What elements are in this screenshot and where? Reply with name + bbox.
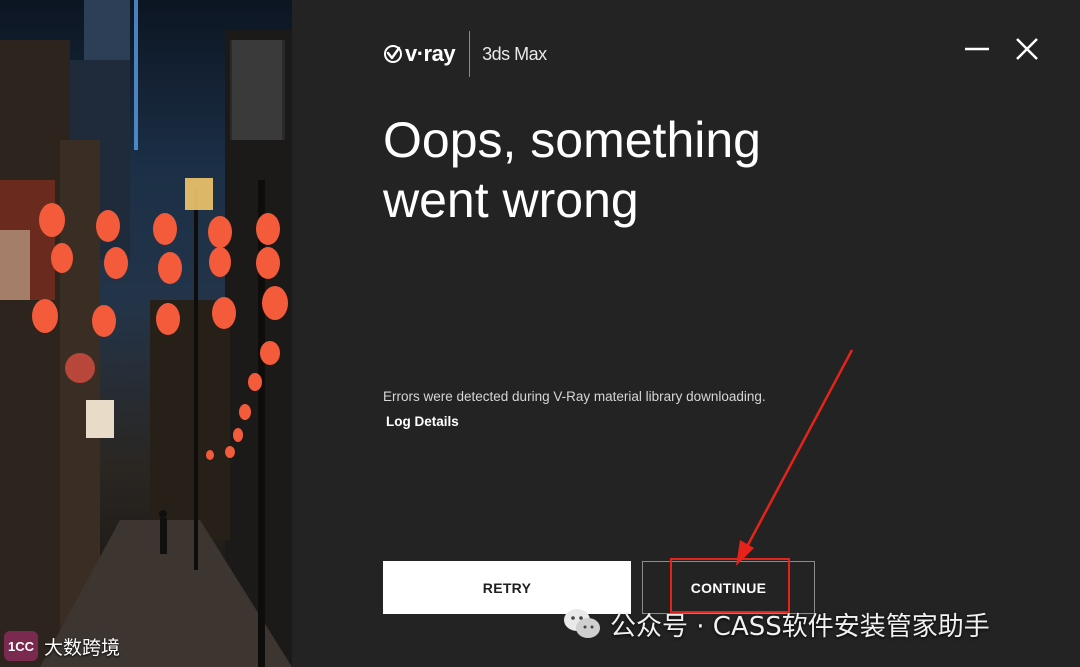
minimize-button[interactable] [962, 34, 992, 64]
corner-logo-badge: 1CC [4, 631, 38, 661]
installer-dialog: v·ray 3ds Max Oops, something went wrong… [292, 0, 1080, 667]
log-details-link[interactable]: Log Details [386, 414, 459, 429]
page-title: Oops, something went wrong [383, 110, 943, 230]
street-scene-illustration [0, 0, 292, 667]
corner-logo: 1CC 大数跨境 [4, 629, 120, 663]
minimize-icon [965, 47, 989, 51]
vray-logo: v·ray [383, 41, 456, 67]
wechat-icon [564, 609, 600, 638]
error-message: Errors were detected during V-Ray materi… [383, 389, 766, 404]
watermark-text: 公众号 · CASS软件安装管家助手 [610, 611, 990, 642]
vray-logo-text: v·ray [405, 41, 456, 66]
background-photo: 1CC 大数跨境 [0, 0, 292, 667]
product-name: 3ds Max [482, 43, 547, 64]
corner-logo-text: 大数跨境 [44, 636, 121, 659]
close-button[interactable] [1012, 34, 1042, 64]
vray-logo-icon [384, 45, 402, 63]
page-title-line1: Oops, something [383, 112, 761, 168]
page-title-line2: went wrong [383, 172, 639, 228]
watermark: 公众号 · CASS软件安装管家助手 [562, 604, 990, 644]
brand-divider [469, 31, 471, 77]
brand-header: v·ray 3ds Max [383, 31, 547, 77]
close-icon [1016, 38, 1038, 60]
